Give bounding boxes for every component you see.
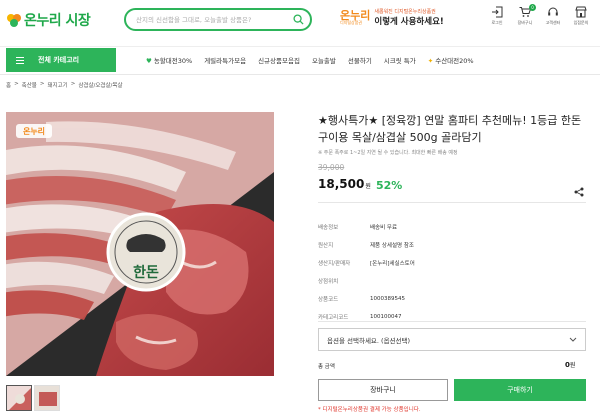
discount-rate: 52% (376, 179, 403, 192)
login-icon (492, 6, 503, 18)
menu-item-seafood-sale[interactable]: ✦ 수산대전20% (422, 55, 480, 65)
product-title: ★행사특가★ [정육깡] 연말 홈파티 추천메뉴! 1등급 한돈 구이용 목살/… (318, 114, 582, 144)
promo-subtitle: 새롭워진 디지털온누리상품권 (374, 9, 436, 15)
menu-icon (16, 56, 24, 64)
chevron-down-icon (569, 337, 577, 342)
promo-banner[interactable]: 온누리 디지털상품권 새롭워진 디지털온누리상품권 이렇게 사용하세요! (340, 8, 444, 27)
original-price: 39,000 (318, 163, 345, 172)
breadcrumb-current[interactable]: 삼겹살/오겹살/목살 (78, 81, 122, 89)
search-icon[interactable] (293, 14, 304, 25)
info-row-store-location: 상점위치 (318, 279, 339, 285)
cart-count-badge: 0 (529, 4, 536, 11)
add-to-cart-button[interactable]: 장바구니 (318, 379, 448, 401)
share-icon (574, 187, 584, 197)
product-image[interactable]: 한돈 온누리 (6, 112, 274, 376)
headset-icon (548, 7, 558, 16)
image-stamp-logo: 온누리 (23, 126, 45, 136)
search-bar[interactable] (124, 8, 312, 31)
header-divider (0, 46, 600, 47)
info-row-shipping: 배송정보 배송비 무료 (318, 225, 398, 231)
info-row-seller: 생산지/판매자 [온누리]세실스토어 (318, 261, 415, 267)
divider (318, 202, 586, 203)
option-select[interactable]: 옵션을 선택하세요. (옵션선택) (318, 328, 586, 351)
cart-link[interactable]: 0 장바구니 (514, 4, 536, 26)
hanwoo-label-text: 한돈 (133, 265, 159, 281)
menu-item-today-ship[interactable]: 오늘출발 (306, 55, 342, 65)
header-icons: 로그인 0 장바구니 고객센터 입점문의 (486, 4, 592, 26)
breadcrumb-home[interactable]: 홈 (6, 81, 11, 89)
nav-divider (0, 74, 600, 75)
logo-icon (7, 14, 21, 27)
total-label: 총 금액 (318, 364, 335, 370)
site-logo[interactable]: 온누리 시장 (6, 10, 91, 30)
info-row-product-code: 상품코드 1000389545 (318, 296, 405, 303)
divider (318, 321, 586, 322)
product-info-table: 배송정보 배송비 무료 원산지 제품 상세설명 참조 생산지/판매자 [온누리]세실스… (318, 218, 415, 326)
breadcrumb: 홈 > 축산물 > 돼지고기 > 삼겹살/오겹살/목살 (6, 81, 123, 89)
customer-center-link[interactable]: 고객센터 (542, 6, 564, 26)
heart-icon: ♥ (146, 57, 152, 65)
voucher-notice: * 디지털온누리상품권 결제 가능 상품입니다. (318, 407, 421, 413)
product-photo: 한돈 온누리 (6, 112, 274, 376)
info-row-category-code: 카테고리코드 100100047 (318, 314, 402, 321)
main-menu: ♥ 농할대전30% 게릴라특가모음 신규상품모음집 오늘출발 선물하기 시크릿 특… (140, 48, 480, 72)
share-button[interactable] (574, 182, 584, 201)
shipping-delay-note: ※ 주문 폭주로 1~2일 지연 될 수 있습니다. 최대한 빠른 배송 예정 (318, 150, 458, 156)
sale-price: 18,500원 (318, 177, 371, 191)
total-amount: 0원 (565, 361, 576, 369)
menu-item-farm-sale[interactable]: ♥ 농할대전30% (140, 55, 198, 65)
all-categories-button[interactable]: 전체 카테고리 (6, 48, 116, 72)
breadcrumb-livestock[interactable]: 축산물 (22, 81, 37, 89)
menu-item-new-products[interactable]: 신규상품모음집 (252, 55, 306, 65)
thumbnail-1[interactable] (6, 385, 32, 411)
star-icon: ✦ (427, 57, 434, 65)
search-input[interactable] (136, 15, 293, 24)
info-row-origin: 원산지 제품 상세설명 참조 (318, 243, 414, 249)
store-inquiry-link[interactable]: 입점문의 (570, 6, 592, 26)
menu-item-guerrilla[interactable]: 게릴라특가모음 (198, 55, 252, 65)
promo-logo: 온누리 디지털상품권 (340, 9, 371, 25)
store-icon (575, 6, 587, 18)
menu-item-gift[interactable]: 선물하기 (342, 55, 378, 65)
logo-text: 온누리 시장 (24, 13, 91, 29)
thumbnail-2[interactable] (34, 385, 60, 411)
promo-title: 이렇게 사용하세요! (374, 17, 444, 27)
login-link[interactable]: 로그인 (486, 6, 508, 26)
breadcrumb-pork[interactable]: 돼지고기 (47, 81, 67, 89)
buy-now-button[interactable]: 구매하기 (454, 379, 586, 401)
menu-item-secret-sale[interactable]: 시크릿 특가 (378, 55, 422, 65)
